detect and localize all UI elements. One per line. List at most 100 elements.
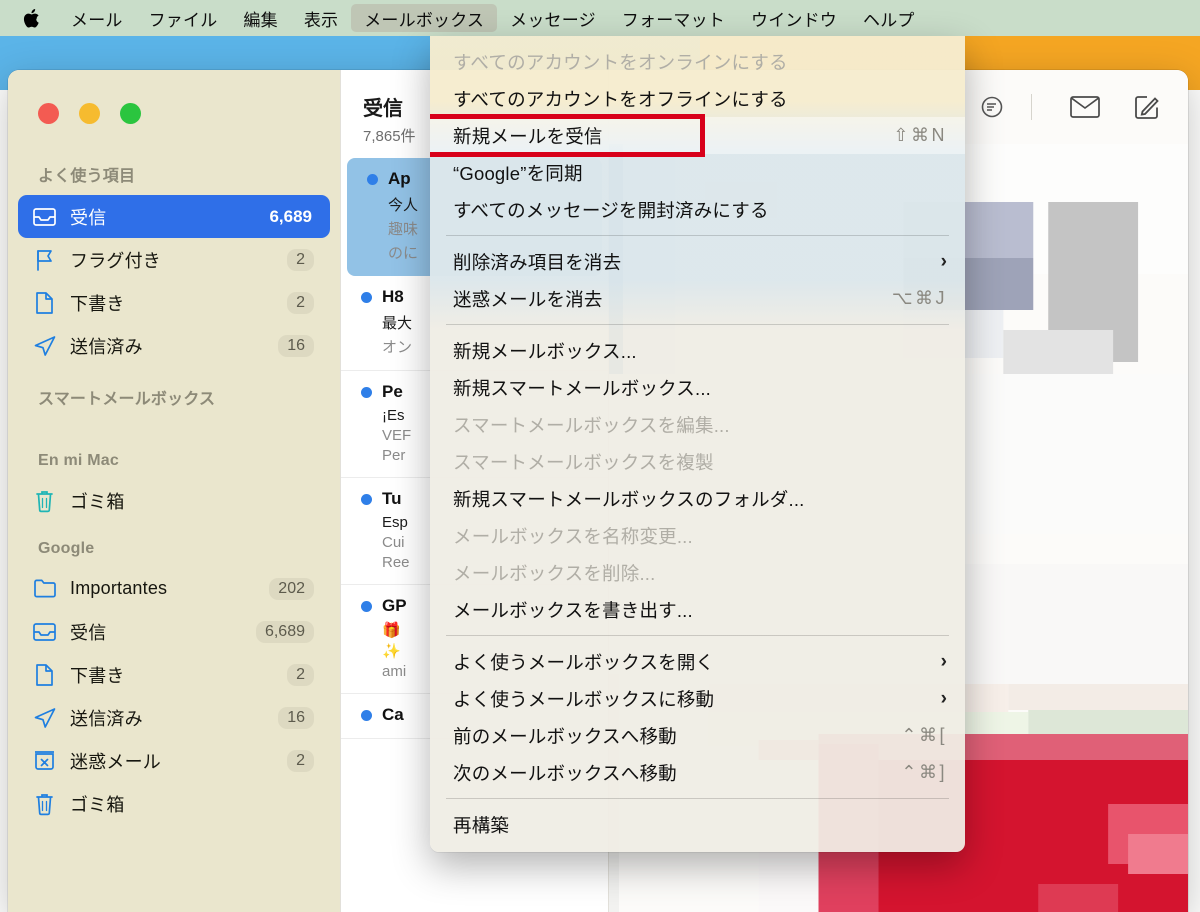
menu-item-label: “Google”を同期	[453, 162, 583, 184]
menu-item-23[interactable]: 再構築	[430, 806, 965, 843]
sidebar-item-受信[interactable]: 受信 6,689	[18, 610, 330, 653]
menu-item-label: すべてのメッセージを開封済みにする	[453, 199, 769, 221]
menubar-item-0[interactable]: メール	[58, 4, 136, 32]
sidebar-item-下書き[interactable]: 下書き 2	[18, 281, 330, 324]
zoom-button[interactable]	[120, 103, 141, 124]
sidebar-item-count: 6,689	[255, 620, 314, 643]
menubar-item-5[interactable]: メッセージ	[497, 4, 609, 32]
sidebar-item-count: 2	[287, 663, 314, 686]
draft-icon	[32, 662, 57, 687]
message-sender: H8	[382, 287, 404, 306]
sidebar-item-受信[interactable]: 受信 6,689	[18, 195, 330, 238]
menu-bar: メール ファイル 編集 表示 メールボックス メッセージ フォーマット ウインドウ ヘルプ	[0, 0, 1200, 36]
draft-icon	[32, 290, 57, 315]
sent-icon	[32, 705, 57, 730]
menu-item-label: 新規スマートメールボックス...	[453, 377, 712, 399]
sidebar-item-Importantes[interactable]: Importantes 202	[18, 567, 330, 610]
menu-item-2[interactable]: 新規メールを受信 ⇧⌘N	[430, 114, 965, 157]
menu-item-label: 新規メールを受信	[453, 125, 603, 147]
menu-item-shortcut: ⇧⌘N	[893, 125, 947, 145]
sidebar-section-header: En mi Mac	[38, 452, 119, 469]
menu-item-21[interactable]: 次のメールボックスへ移動 ⌃⌘]	[430, 754, 965, 791]
menu-item-0: すべてのアカウントをオンラインにする	[430, 43, 965, 80]
menu-item-1[interactable]: すべてのアカウントをオフラインにする	[430, 80, 965, 117]
message-sender: Pe	[382, 382, 403, 401]
menubar-item-4[interactable]: メールボックス	[351, 4, 498, 32]
chevron-right-icon: ›	[940, 651, 947, 672]
sidebar-item-下書き[interactable]: 下書き 2	[18, 653, 330, 696]
sidebar-item-count: 2	[287, 291, 314, 314]
menu-item-11: スマートメールボックスを編集...	[430, 406, 965, 443]
sidebar-item-label: 迷惑メール	[70, 751, 161, 772]
sidebar-item-label: フラグ付き	[70, 250, 161, 271]
menubar-item-7[interactable]: ウインドウ	[738, 4, 850, 32]
trash-icon	[32, 488, 57, 513]
minimize-button[interactable]	[79, 103, 100, 124]
chevron-right-icon: ›	[940, 688, 947, 709]
menu-item-label: すべてのアカウントをオフラインにする	[453, 88, 788, 110]
folder-icon	[32, 576, 57, 601]
menu-item-6[interactable]: 削除済み項目を消去 ›	[430, 243, 965, 280]
menu-separator	[446, 324, 949, 325]
sidebar-item-送信済み[interactable]: 送信済み 16	[18, 324, 330, 367]
menu-item-9[interactable]: 新規メールボックス...	[430, 332, 965, 369]
message-sender: Tu	[382, 489, 402, 508]
sidebar-item-count: 16	[278, 706, 314, 729]
mailbox-dropdown-menu: すべてのアカウントをオンラインにする すべてのアカウントをオフラインにする 新規メー…	[430, 36, 965, 852]
menu-item-20[interactable]: 前のメールボックスへ移動 ⌃⌘[	[430, 717, 965, 754]
menu-item-14: メールボックスを名称変更...	[430, 517, 965, 554]
junk-icon	[32, 748, 57, 773]
sidebar-item-フラグ付き[interactable]: フラグ付き 2	[18, 238, 330, 281]
menu-item-18[interactable]: よく使うメールボックスを開く ›	[430, 643, 965, 680]
sidebar-item-label: 受信	[70, 207, 107, 228]
sidebar-item-count: 2	[287, 749, 314, 772]
menubar-item-6[interactable]: フォーマット	[609, 4, 738, 32]
menu-item-label: すべてのアカウントをオンラインにする	[453, 51, 788, 73]
menu-item-3[interactable]: “Google”を同期	[430, 154, 965, 191]
sidebar-item-label: 送信済み	[70, 708, 143, 729]
menu-item-label: 前のメールボックスへ移動	[453, 725, 677, 747]
menu-item-label: よく使うメールボックスに移動	[453, 688, 715, 710]
menubar-item-1[interactable]: ファイル	[136, 4, 231, 32]
unread-dot	[361, 493, 372, 505]
sidebar-section-header: スマートメールボックス	[38, 391, 216, 408]
menubar-item-8[interactable]: ヘルプ	[850, 4, 928, 32]
menu-item-shortcut: ⌃⌘]	[901, 762, 947, 782]
menu-item-label: スマートメールボックスを複製	[453, 451, 714, 473]
menu-item-4[interactable]: すべてのメッセージを開封済みにする	[430, 191, 965, 228]
sidebar-item-送信済み[interactable]: 送信済み 16	[18, 696, 330, 739]
menu-separator	[446, 798, 949, 799]
sidebar-item-迷惑メール[interactable]: 迷惑メール 2	[18, 739, 330, 782]
sidebar: よく使う項目 受信 6,689 フラグ付き 2 下書き 2 送信済み 16 スマートメールボックス…	[8, 70, 340, 912]
menubar-item-3[interactable]: 表示	[291, 4, 351, 32]
window-traffic-lights	[38, 103, 141, 124]
trash-icon	[32, 791, 57, 816]
menubar-item-2[interactable]: 編集	[230, 4, 290, 32]
menu-item-16[interactable]: メールボックスを書き出す...	[430, 591, 965, 628]
sidebar-item-ゴミ箱[interactable]: ゴミ箱	[18, 782, 330, 825]
sidebar-item-ゴミ箱[interactable]: ゴミ箱	[18, 479, 330, 522]
sidebar-item-count: 6,689	[269, 206, 312, 226]
sidebar-section-header: Google	[38, 540, 95, 557]
unread-dot	[361, 386, 372, 398]
menu-item-10[interactable]: 新規スマートメールボックス...	[430, 369, 965, 406]
menu-item-label: 次のメールボックスへ移動	[453, 762, 677, 784]
mail-icon[interactable]	[1054, 85, 1116, 129]
menu-item-shortcut: ⌃⌘[	[901, 725, 947, 745]
apple-logo-icon[interactable]	[22, 0, 40, 36]
unread-dot	[361, 291, 372, 303]
sidebar-item-count: 16	[278, 334, 314, 357]
menu-item-19[interactable]: よく使うメールボックスに移動 ›	[430, 680, 965, 717]
sidebar-section-header: よく使う項目	[38, 168, 136, 185]
sidebar-item-label: ゴミ箱	[70, 794, 125, 815]
unread-dot	[367, 173, 378, 185]
compose-icon[interactable]	[1116, 85, 1178, 129]
menu-item-label: 新規メールボックス...	[453, 340, 637, 362]
menu-item-label: メールボックスを削除...	[453, 562, 656, 584]
filter-icon[interactable]	[961, 85, 1023, 129]
menu-item-7[interactable]: 迷惑メールを消去 ⌥⌘J	[430, 280, 965, 317]
close-button[interactable]	[38, 103, 59, 124]
menu-item-label: メールボックスを名称変更...	[453, 525, 693, 547]
menu-item-13[interactable]: 新規スマートメールボックスのフォルダ...	[430, 480, 965, 517]
